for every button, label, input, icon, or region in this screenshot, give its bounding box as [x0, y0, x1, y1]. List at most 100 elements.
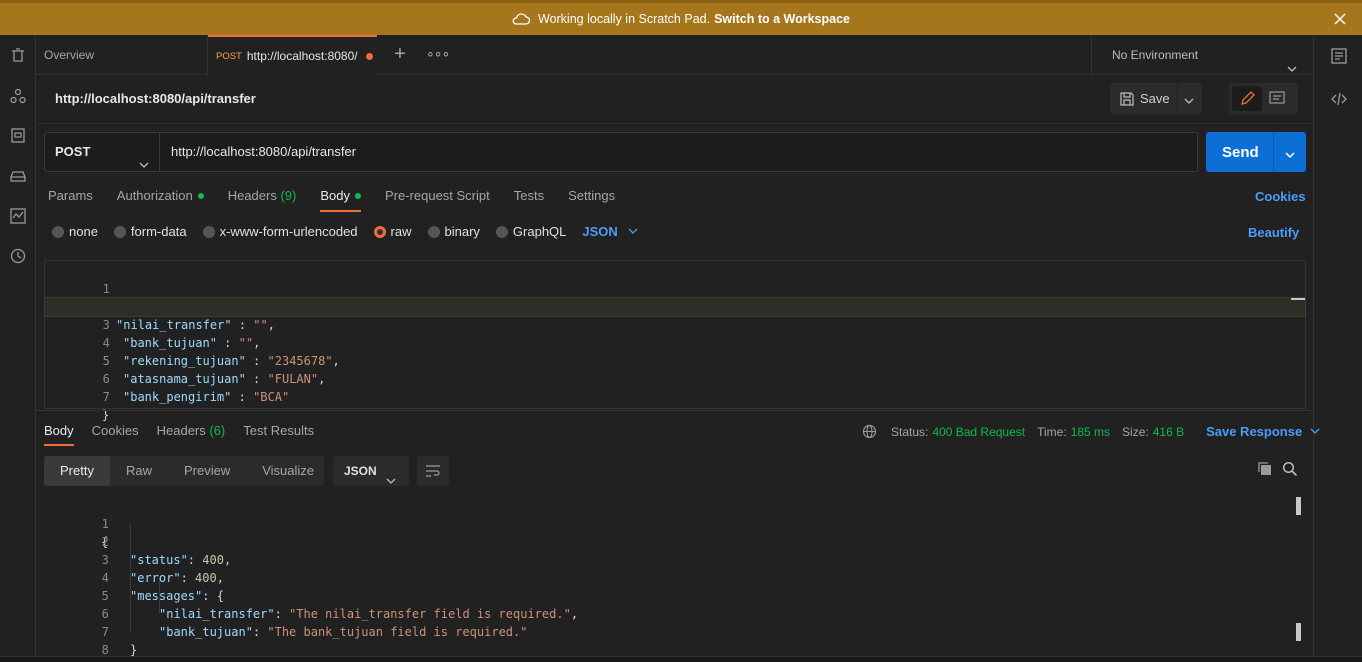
tab-tests[interactable]: Tests: [514, 188, 544, 203]
status-dot: [197, 192, 204, 199]
pane-divider[interactable]: [36, 410, 1313, 411]
radio-raw[interactable]: raw: [373, 224, 412, 239]
tab-params[interactable]: Params: [48, 188, 93, 203]
request-title[interactable]: http://localhost:8080/api/transfer: [55, 91, 256, 106]
status-value[interactable]: 400 Bad Request: [932, 425, 1025, 439]
headers-count: (9): [280, 188, 297, 203]
save-button[interactable]: Save: [1110, 83, 1202, 114]
monitors-icon[interactable]: [9, 207, 27, 225]
code-line: 7 }: [102, 390, 110, 422]
documentation-icon[interactable]: [1269, 90, 1285, 109]
request-body-editor[interactable]: 1 { 2 "nilai_transfer" : "", 3 "bank_tuj…: [44, 260, 1306, 422]
code-line: 1 {: [102, 282, 110, 314]
size-label: Size:: [1122, 424, 1149, 439]
radio-binary[interactable]: binary: [427, 224, 480, 239]
radio-form-data[interactable]: form-data: [113, 224, 187, 239]
left-sidebar: [0, 35, 36, 662]
code-line: 6 "bank_tujuan": "The bank_tujuan field …: [101, 607, 528, 639]
copy-icon[interactable]: [1257, 461, 1273, 480]
tab-settings[interactable]: Settings: [568, 188, 615, 203]
save-response-button[interactable]: Save Response: [1206, 424, 1320, 439]
status-label: Status:: [891, 424, 929, 439]
chevron-down-icon[interactable]: [1184, 94, 1194, 109]
view-preview[interactable]: Preview: [168, 456, 246, 486]
switch-workspace-link[interactable]: Switch to a Workspace: [714, 12, 850, 26]
save-label: Save: [1140, 91, 1170, 106]
radio-graphql[interactable]: GraphQL: [495, 224, 567, 239]
tab-overview[interactable]: Overview: [36, 35, 208, 75]
chevron-down-icon[interactable]: [1284, 147, 1296, 164]
headers-label: Headers: [227, 188, 277, 203]
url-bar: POST http://localhost:8080/api/transfer: [44, 132, 1198, 172]
tab-method: POST: [216, 50, 242, 62]
pencil-icon[interactable]: [1232, 86, 1262, 111]
scrollbar[interactable]: [1296, 623, 1301, 641]
body-label: Body: [320, 188, 350, 203]
right-sidebar: [1313, 35, 1362, 662]
code-icon[interactable]: [1330, 90, 1348, 108]
unsaved-dot: [365, 52, 373, 60]
environment-quick-look-icon[interactable]: [1330, 47, 1348, 65]
url-input[interactable]: http://localhost:8080/api/transfer: [171, 144, 356, 159]
code-line: 2 "nilai_transfer" : "",: [103, 300, 275, 332]
mock-servers-icon[interactable]: [9, 167, 27, 185]
method-label: POST: [55, 144, 91, 159]
radio-label: none: [69, 224, 98, 239]
tab-prerequest-script[interactable]: Pre-request Script: [385, 188, 490, 203]
banner-text: Working locally in Scratch Pad.: [538, 12, 711, 26]
method-select[interactable]: POST: [45, 133, 160, 171]
tab-request[interactable]: POST http://localhost:8080/: [208, 35, 377, 75]
tab-url: http://localhost:8080/: [246, 49, 358, 63]
view-pretty[interactable]: Pretty: [44, 456, 110, 486]
save-response-label: Save Response: [1206, 424, 1303, 439]
scrollbar[interactable]: [1296, 497, 1301, 515]
radio-urlencoded[interactable]: x-www-form-urlencoded: [202, 224, 358, 239]
send-button[interactable]: Send: [1206, 132, 1306, 172]
response-format-select[interactable]: JSON: [333, 456, 409, 486]
resp-tab-headers[interactable]: Headers (6): [157, 423, 226, 438]
more-icon[interactable]: ∘∘∘: [426, 45, 450, 65]
chevron-down-icon: [386, 467, 396, 497]
history-icon[interactable]: [9, 247, 27, 265]
code-line: 2 "status": 400,: [101, 535, 232, 567]
search-icon[interactable]: [1282, 461, 1298, 480]
view-mode-toggle: [1229, 83, 1298, 114]
resp-tab-test-results[interactable]: Test Results: [243, 423, 314, 438]
radio-none[interactable]: none: [52, 224, 98, 239]
resp-tab-body[interactable]: Body: [44, 423, 74, 446]
tab-headers[interactable]: Headers (9): [228, 188, 297, 203]
status-bar: [0, 656, 1362, 662]
radio-label: GraphQL: [512, 224, 567, 239]
environment-select[interactable]: No Environment: [1091, 35, 1313, 75]
apis-icon[interactable]: [9, 87, 27, 105]
tab-authorization[interactable]: Authorization: [117, 188, 204, 203]
body-format-select[interactable]: JSON: [582, 224, 638, 239]
status-dot: [354, 192, 361, 199]
code-line: 6 "bank_pengirim" : "BCA": [102, 372, 290, 404]
close-icon[interactable]: [1332, 11, 1348, 27]
response-status: Status: 400 Bad Request Time: 185 ms Size:…: [862, 424, 1320, 439]
size-value[interactable]: 416 B: [1153, 425, 1184, 439]
chevron-down-icon: [1310, 424, 1320, 439]
trash-icon[interactable]: [9, 47, 27, 65]
radio-label: form-data: [130, 224, 187, 239]
plus-icon[interactable]: +: [390, 44, 410, 65]
globe-icon[interactable]: [862, 424, 877, 439]
cookies-link[interactable]: Cookies: [1255, 189, 1306, 204]
beautify-link[interactable]: Beautify: [1248, 225, 1299, 240]
response-view-tabs: Pretty Raw Preview Visualize: [44, 456, 324, 486]
radio-label: binary: [444, 224, 480, 239]
wrap-lines-button[interactable]: [417, 456, 449, 486]
code-line: 7 }: [101, 625, 138, 657]
scrollbar[interactable]: [1291, 298, 1305, 300]
view-visualize[interactable]: Visualize: [246, 456, 330, 486]
time-value[interactable]: 185 ms: [1071, 425, 1110, 439]
environments-icon[interactable]: [9, 127, 27, 145]
view-raw[interactable]: Raw: [110, 456, 168, 486]
time-label: Time:: [1037, 424, 1067, 439]
resp-tab-cookies[interactable]: Cookies: [92, 423, 139, 438]
tab-body[interactable]: Body: [320, 188, 361, 212]
code-line: 3 "bank_tujuan" : "",: [44, 297, 1306, 350]
wrap-icon: [425, 464, 441, 481]
code-line: 8 }: [101, 643, 109, 662]
